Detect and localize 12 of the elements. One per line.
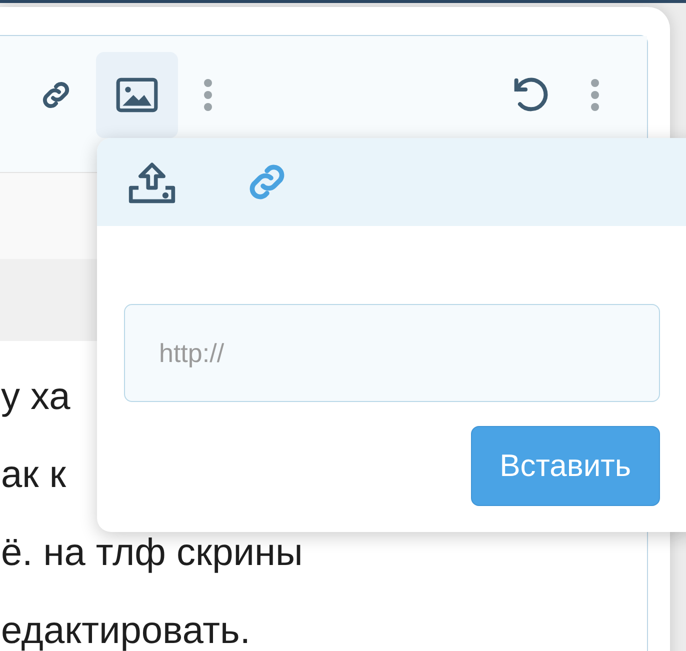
text-line: у ха [1,379,70,415]
upload-tab[interactable] [127,160,177,204]
image-icon [115,77,159,113]
text-line: ё. на тлф скрины [1,535,303,571]
image-button[interactable] [96,52,178,138]
text-line: едактировать. [1,613,250,649]
insert-button[interactable]: Вставить [470,426,660,506]
url-field[interactable]: http:// [124,304,660,402]
upload-icon [127,160,177,204]
more-icon [590,78,600,112]
text-line: ак к [1,457,66,493]
more-icon [203,78,213,112]
